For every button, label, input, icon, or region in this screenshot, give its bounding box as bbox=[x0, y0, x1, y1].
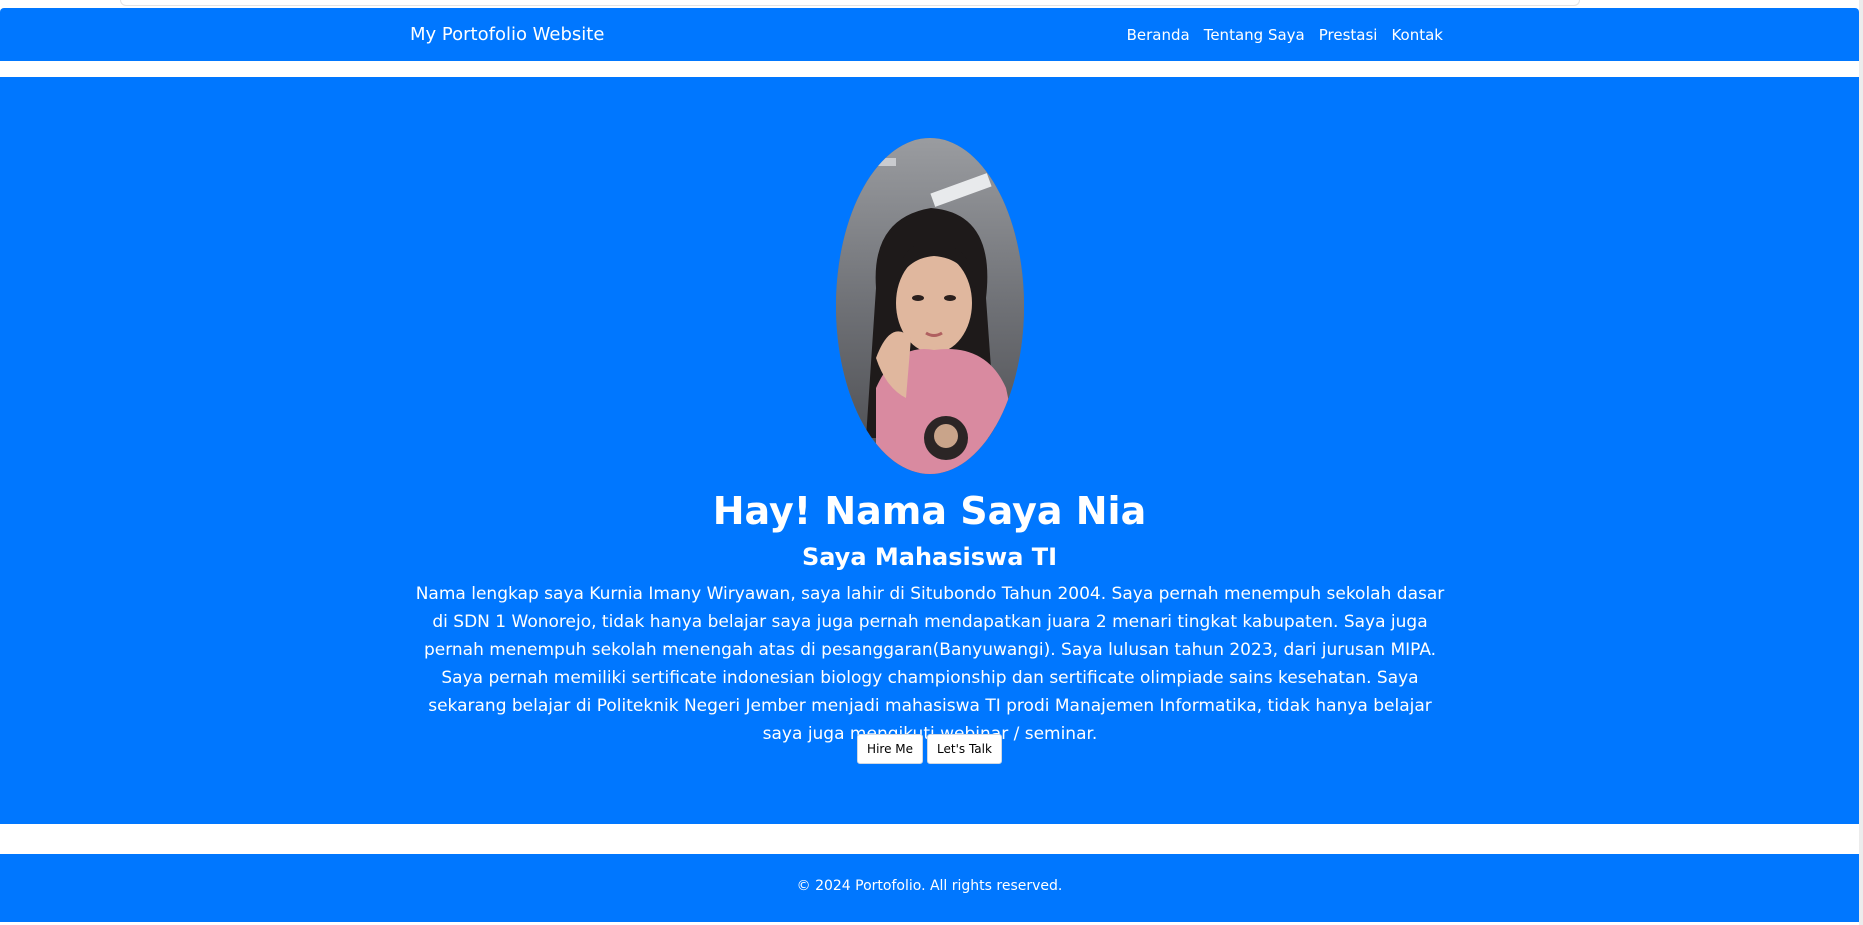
browser-strip bbox=[120, 0, 1580, 6]
navbar: My Portofolio Website Beranda Tentang Sa… bbox=[0, 8, 1859, 61]
nav-links: Beranda Tentang Saya Prestasi Kontak bbox=[1127, 26, 1443, 44]
hero-description: Nama lengkap saya Kurnia Imany Wiryawan,… bbox=[415, 584, 1445, 744]
scrollbar[interactable] bbox=[1859, 0, 1863, 925]
nav-link-beranda[interactable]: Beranda bbox=[1127, 26, 1190, 44]
hero-section: Hay! Nama Saya Nia Saya Mahasiswa TI Nam… bbox=[0, 77, 1859, 824]
page: My Portofolio Website Beranda Tentang Sa… bbox=[0, 0, 1863, 925]
nav-link-kontak[interactable]: Kontak bbox=[1391, 26, 1443, 44]
footer: © 2024 Portofolio. All rights reserved. bbox=[0, 854, 1859, 922]
hire-me-button[interactable]: Hire Me bbox=[857, 734, 924, 764]
hero-buttons: Hire Me Let's Talk bbox=[0, 734, 1859, 764]
hero-subtitle: Saya Mahasiswa TI bbox=[801, 543, 1058, 571]
lets-talk-button[interactable]: Let's Talk bbox=[927, 734, 1002, 764]
profile-photo bbox=[836, 138, 1024, 474]
nav-link-prestasi[interactable]: Prestasi bbox=[1319, 26, 1378, 44]
footer-copyright: © 2024 Portofolio. All rights reserved. bbox=[796, 878, 1063, 894]
nav-link-tentang-saya[interactable]: Tentang Saya bbox=[1204, 26, 1305, 44]
hero-title: Hay! Nama Saya Nia bbox=[712, 489, 1147, 533]
navbar-brand[interactable]: My Portofolio Website bbox=[410, 24, 604, 45]
